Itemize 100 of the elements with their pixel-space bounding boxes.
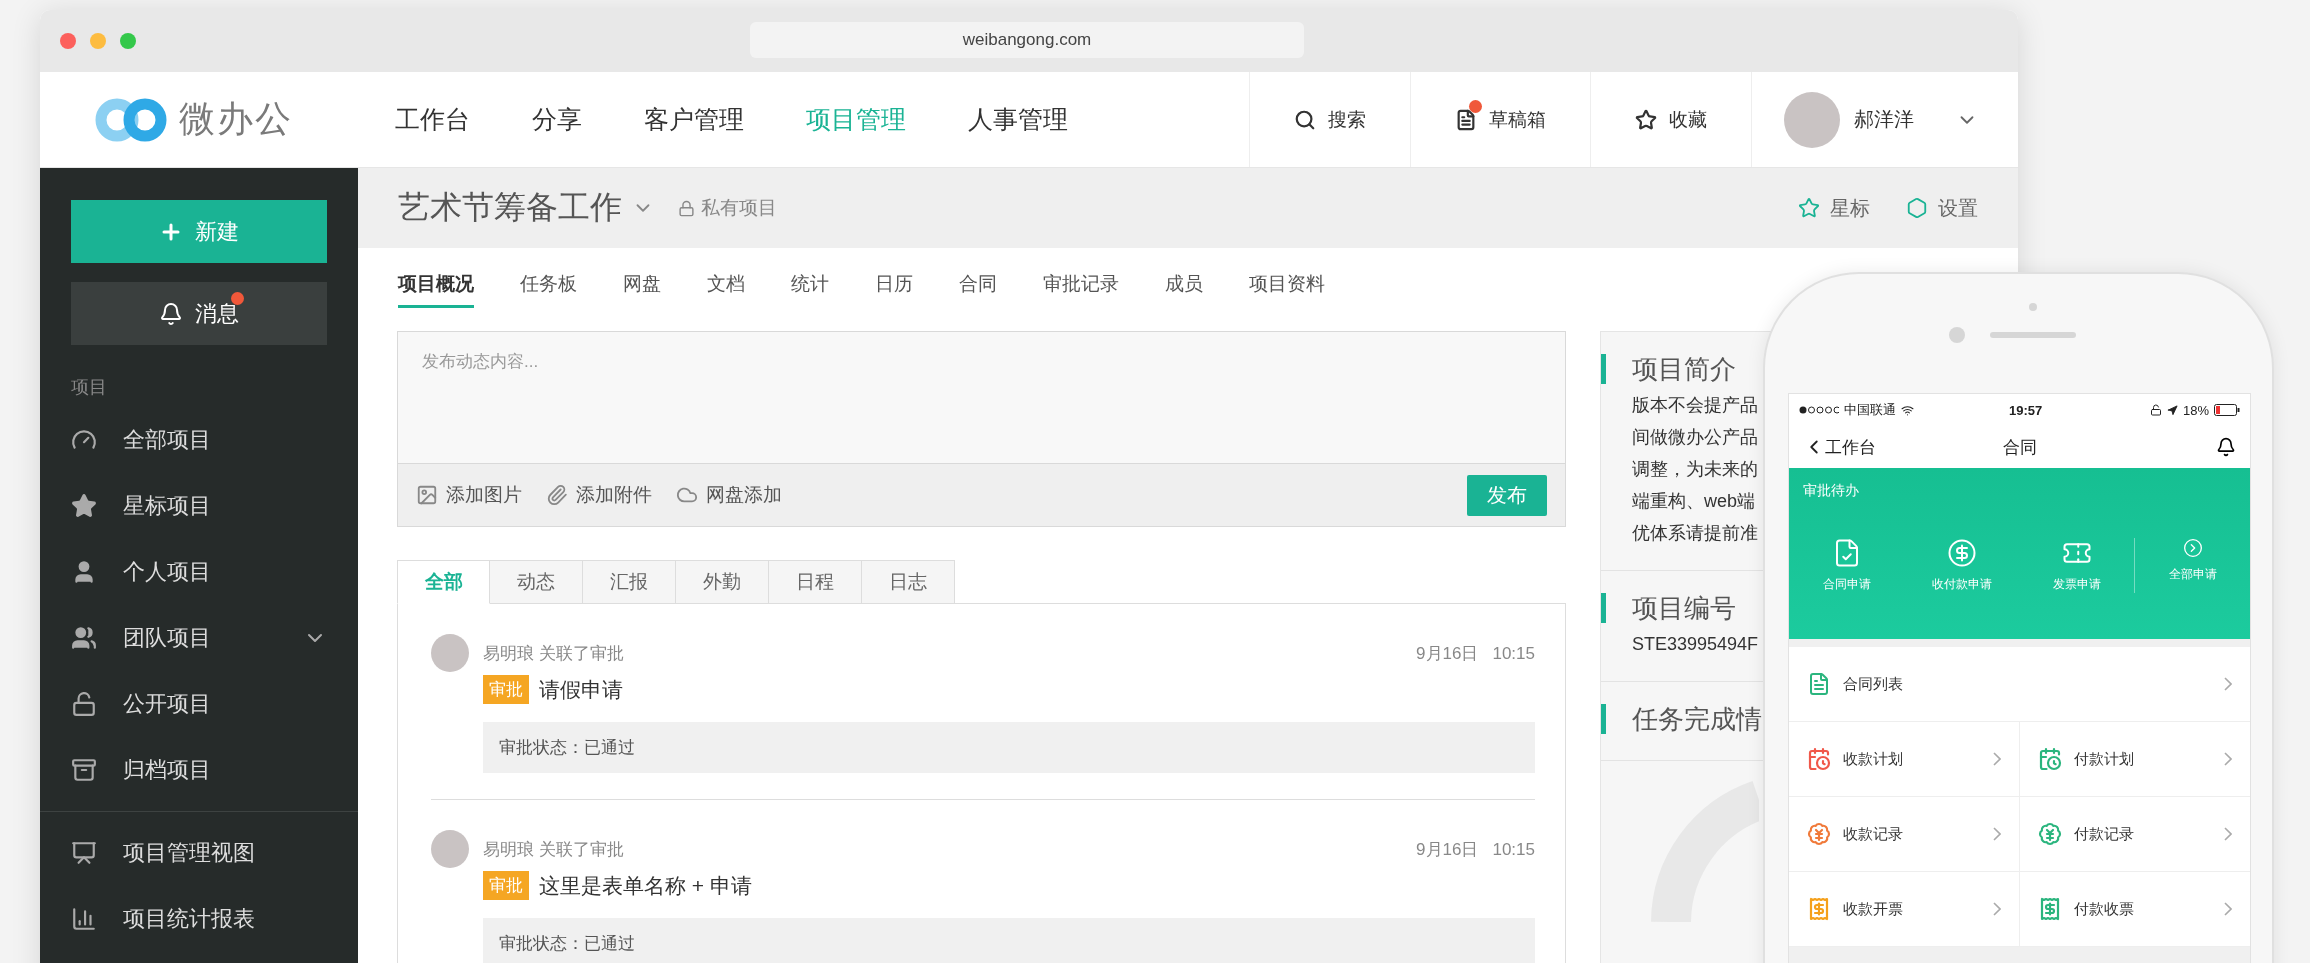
filter-tab[interactable]: 动态 [490,560,583,604]
wifi-icon [1901,403,1914,417]
bell-icon[interactable] [2216,437,2236,457]
sidebar-item[interactable]: 星标项目 [40,473,358,539]
document-icon [1807,672,1831,696]
signal-icon [1799,406,1839,414]
phone-grid-item[interactable]: 付款计划 [2019,722,2250,797]
phone-title: 合同 [2002,436,2037,459]
battery-icon [2214,404,2240,416]
chevron-right-icon [1992,902,2001,916]
post-title[interactable]: 这里是表单名称 + 申请 [539,871,752,900]
archive-box-icon [71,757,97,783]
carrier-label: 中国联通 [1844,401,1896,419]
filter-tab[interactable]: 日志 [862,560,955,604]
tab[interactable]: 文档 [707,261,745,308]
sidebar-item[interactable]: 归档项目 [40,737,358,803]
padlock-icon [678,199,695,217]
address-bar[interactable]: weibangong.com [750,22,1304,58]
close-window-icon[interactable] [60,33,76,49]
post-time: 10:15 [1492,839,1535,860]
avatar-circle [431,830,469,868]
nav-link[interactable]: 客户管理 [644,103,744,136]
sidebar-item[interactable]: 个人项目 [40,539,358,605]
phone-grid-item[interactable]: 收款开票 [1789,872,2020,947]
avatar-circle [431,634,469,672]
tab[interactable]: 统计 [791,261,829,308]
info-text: 调整，为未来的 [1632,458,1758,480]
composer-tool-button[interactable]: 添加附件 [546,482,652,508]
sensor-dot [2029,303,2037,311]
filter-tab[interactable]: 外勤 [676,560,769,604]
tab[interactable]: 任务板 [520,261,577,308]
type-tag: 审批 [483,871,529,900]
tab[interactable]: 成员 [1165,261,1203,308]
document-icon [1455,108,1477,131]
chevron-right-icon [1992,827,2001,841]
post-date: 9月16日 [1416,643,1479,665]
maximize-window-icon[interactable] [120,33,136,49]
user-menu-button[interactable]: 郝洋洋 [1751,72,2018,167]
clock-label: 19:57 [2009,402,2043,418]
post-author: 易明琅 关联了审批 [483,839,624,861]
tab[interactable]: 项目资料 [1249,261,1325,308]
back-link[interactable]: 工作台 [1803,435,1876,459]
tab[interactable]: 合同 [959,261,997,308]
messages-button[interactable]: 消息 [71,282,327,345]
rotation-lock-icon [2149,404,2162,416]
bell-icon [159,301,183,326]
people-icon [71,625,97,651]
nav-link[interactable]: 分享 [532,103,582,136]
phone-grid-item[interactable]: 收款计划 [1789,722,2020,797]
tab[interactable]: 审批记录 [1043,261,1119,308]
info-text: 版本不会提产品 [1632,394,1758,416]
tab[interactable]: 日历 [875,261,913,308]
section-heading: 项目简介 [1601,354,1736,384]
sidebar-item[interactable]: 项目管理视图 [40,820,358,886]
filter-tab[interactable]: 日程 [769,560,862,604]
nav-link[interactable]: 人事管理 [968,103,1068,136]
sidebar-item[interactable]: 团队项目 [40,605,358,671]
chevron-right-icon [2224,902,2232,916]
camera-dot [1949,327,1965,343]
approval-status: 审批状态：已通过 [483,722,1535,773]
chevron-right-icon [2224,677,2232,691]
battery-label: 18% [2182,402,2209,418]
header-action-link[interactable]: 设置 [1906,194,1978,222]
minimize-window-icon[interactable] [90,33,106,49]
info-text: 优体系请提前准 [1632,522,1758,544]
star-icon [1635,108,1657,131]
sidebar-item[interactable]: 全部项目 [40,407,358,473]
chevron-right-icon [2224,752,2232,766]
star-icon [1798,197,1820,219]
post-time: 10:15 [1492,643,1535,664]
info-text: STE33995494F [1632,633,1759,655]
approval-status: 审批状态：已通过 [483,918,1535,963]
tab[interactable]: 网盘 [623,261,661,308]
post-title[interactable]: 请假申请 [539,675,623,704]
header-action-link[interactable]: 星标 [1798,194,1870,222]
sidebar-item[interactable]: 项目统计报表 [40,886,358,952]
phone-grid-item[interactable]: 付款记录 [2019,797,2250,872]
nav-link[interactable]: 工作台 [395,103,470,136]
privacy-label: 私有项目 [701,196,777,220]
bar-chart-icon [71,906,97,932]
chevron-right-icon [2224,827,2232,841]
type-tag: 审批 [483,675,529,704]
filter-tab[interactable]: 汇报 [583,560,676,604]
sidebar-item[interactable]: 公开项目 [40,671,358,737]
tab[interactable]: 项目概况 [398,261,474,308]
post-input-field[interactable]: 发布动态内容... [398,332,1565,463]
post-date: 9月16日 [1416,839,1479,861]
location-arrow-icon [2166,404,2178,416]
post-author: 易明琅 关联了审批 [483,643,624,665]
phone-grid-item[interactable]: 付款收票 [2019,872,2250,947]
logo-text: 微办公 [179,97,293,141]
star-icon [71,493,97,519]
phone-grid-item[interactable]: 收款记录 [1789,797,2020,872]
chart-board-icon [71,840,97,866]
composer-tool-button[interactable]: 添加图片 [416,482,522,508]
banner-title: 审批待办 [1803,482,1860,500]
chevron-right-icon [1992,752,2001,766]
search-icon [1294,108,1316,131]
section-label: 项目 [71,376,108,399]
composer-tool-button[interactable]: 网盘添加 [676,482,782,508]
